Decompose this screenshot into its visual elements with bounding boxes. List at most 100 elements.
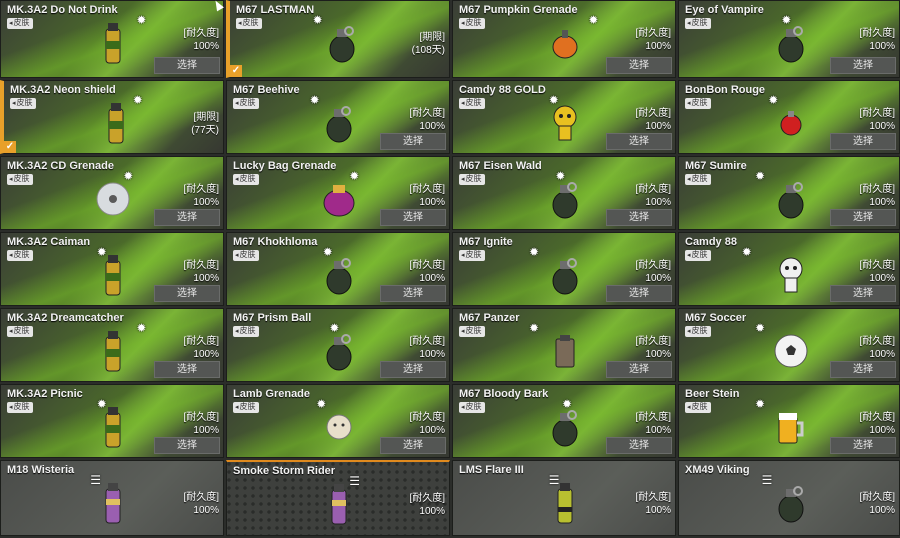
select-button[interactable]: 选择 bbox=[830, 437, 896, 454]
skin-card[interactable]: M67 Pumpkin Grenade 皮肤 ✹ [耐久度] 100% 选择 bbox=[452, 0, 676, 78]
durability-readout: [耐久度] 100% bbox=[409, 335, 445, 361]
select-button[interactable]: 选择 bbox=[830, 209, 896, 226]
skin-card[interactable]: MK.3A2 Neon shield皮肤✹[期限](77天)✓ bbox=[0, 80, 224, 154]
skin-card[interactable]: MK.3A2 Picnic皮肤✹[耐久度]100%选择 bbox=[0, 384, 224, 458]
skin-card[interactable]: M67 Eisen Wald皮肤✹[耐久度]100%选择 bbox=[452, 156, 676, 230]
select-button[interactable]: 选择 bbox=[830, 57, 896, 74]
item-name: M67 Beehive bbox=[233, 84, 300, 96]
grenade-can-icon bbox=[94, 99, 138, 147]
durability-readout: [耐久度] 100% bbox=[409, 411, 445, 437]
skin-card[interactable]: Lamb Grenade皮肤✹[耐久度]100%选择 bbox=[226, 384, 450, 458]
skin-card[interactable]: Smoke Storm Rider ☰ [耐久度] 100% bbox=[226, 460, 450, 536]
sparkle-icon: ✹ bbox=[755, 169, 766, 183]
durability-value: 100% bbox=[869, 505, 895, 516]
select-button[interactable]: 选择 bbox=[606, 57, 672, 74]
item-name: M67 Pumpkin Grenade bbox=[459, 4, 578, 16]
skin-card[interactable]: XM49 Viking ☰ [耐久度] 100% bbox=[678, 460, 900, 536]
skin-card[interactable]: M67 LASTMAN皮肤✹[期限](108天)✓ bbox=[226, 0, 450, 78]
select-button[interactable]: 选择 bbox=[830, 285, 896, 302]
select-button[interactable]: 选择 bbox=[606, 133, 672, 150]
sparkle-icon: ✹ bbox=[741, 245, 752, 259]
select-button[interactable]: 选择 bbox=[380, 209, 446, 226]
sparkle-icon: ✹ bbox=[755, 321, 766, 335]
grenade-can-icon bbox=[91, 19, 135, 67]
item-name: MK.3A2 Dreamcatcher bbox=[7, 312, 124, 324]
skin-card[interactable]: M67 Sumire 皮肤 ✹ [耐久度] 100%选择 bbox=[678, 156, 900, 230]
select-button[interactable]: 选择 bbox=[606, 209, 672, 226]
skin-tag: 皮肤 bbox=[459, 326, 485, 337]
durability-readout: [耐久度] 100% bbox=[409, 492, 445, 518]
sparkle-icon: ✹ bbox=[136, 13, 147, 27]
skin-tag: 皮肤 bbox=[685, 250, 711, 261]
select-button[interactable]: 选择 bbox=[380, 285, 446, 302]
skin-card[interactable]: MK.3A2 Do Not Drink 皮肤 ✹ [耐久度] 100% 选择 bbox=[0, 0, 224, 78]
durability-label: [耐久度] bbox=[859, 412, 895, 423]
select-button[interactable]: 选择 bbox=[154, 285, 220, 302]
durability-label: [耐久度] bbox=[183, 260, 219, 271]
skin-card[interactable]: M67 Prism Ball皮肤✹[耐久度]100%选择 bbox=[226, 308, 450, 382]
durability-label: [耐久度] bbox=[635, 336, 671, 347]
skin-card[interactable]: M67 Bloody Bark皮肤✹[耐久度]100%选择 bbox=[452, 384, 676, 458]
skin-card[interactable]: LMS Flare III ☰ [耐久度] 100% bbox=[452, 460, 676, 536]
cd-disc-icon bbox=[91, 175, 135, 223]
skin-tag: 皮肤 bbox=[7, 326, 33, 337]
skin-card[interactable]: Eye of Vampire皮肤✹[耐久度]100%选择 bbox=[678, 0, 900, 78]
skin-tag: 皮肤 bbox=[459, 98, 485, 109]
skin-card[interactable]: Camdy 88 皮肤 ✹ [耐久度] 100%选择 bbox=[678, 232, 900, 306]
durability-value: 100% bbox=[419, 273, 445, 284]
sparkle-icon: ✹ bbox=[529, 321, 540, 335]
durability-value: 100% bbox=[869, 349, 895, 360]
skin-card[interactable]: MK.3A2 Dreamcatcher 皮肤 ✹ [耐久度] 100%选择 bbox=[0, 308, 224, 382]
soccer-ball-icon bbox=[769, 327, 813, 375]
select-button[interactable]: 选择 bbox=[380, 133, 446, 150]
select-button[interactable]: 选择 bbox=[606, 361, 672, 378]
select-button[interactable]: 选择 bbox=[830, 361, 896, 378]
item-name: M67 Khokhloma bbox=[233, 236, 318, 248]
select-button[interactable]: 选择 bbox=[830, 133, 896, 150]
select-button[interactable]: 选择 bbox=[606, 285, 672, 302]
item-name: MK.3A2 Caiman bbox=[7, 236, 91, 248]
select-button[interactable]: 选择 bbox=[154, 209, 220, 226]
select-button[interactable]: 选择 bbox=[380, 361, 446, 378]
durability-label: [耐久度] bbox=[635, 260, 671, 271]
select-button[interactable]: 选择 bbox=[606, 437, 672, 454]
skin-card[interactable]: M67 Beehive皮肤✹[耐久度]100%选择 bbox=[226, 80, 450, 154]
durability-label: [耐久度] bbox=[859, 108, 895, 119]
grenade-round-icon bbox=[769, 479, 813, 527]
durability-readout: [耐久度] 100% bbox=[409, 259, 445, 285]
skin-card[interactable]: MK.3A2 Caiman皮肤✹[耐久度]100%选择 bbox=[0, 232, 224, 306]
skin-tag: 皮肤 bbox=[459, 402, 485, 413]
skin-card[interactable]: Camdy 88 GOLD皮肤✹[耐久度]100%选择 bbox=[452, 80, 676, 154]
durability-readout: [耐久度] 100% bbox=[635, 183, 671, 209]
skin-card[interactable]: MK.3A2 CD Grenade皮肤✹[耐久度]100%选择 bbox=[0, 156, 224, 230]
white-mascot-icon bbox=[769, 251, 813, 299]
select-button[interactable]: 选择 bbox=[154, 361, 220, 378]
skin-tag: 皮肤 bbox=[685, 402, 711, 413]
skin-card[interactable]: BonBon Rouge皮肤✹[耐久度]100%选择 bbox=[678, 80, 900, 154]
durability-value: 100% bbox=[193, 425, 219, 436]
select-button[interactable]: 选择 bbox=[380, 437, 446, 454]
item-name: M67 LASTMAN bbox=[236, 4, 315, 16]
item-name: Lucky Bag Grenade bbox=[233, 160, 337, 172]
durability-value: 100% bbox=[193, 349, 219, 360]
skin-card[interactable]: M67 Soccer 皮肤 ✹ [耐久度] 100%选择 bbox=[678, 308, 900, 382]
skin-card[interactable]: M67 Khokhloma皮肤✹[耐久度]100%选择 bbox=[226, 232, 450, 306]
durability-value: 100% bbox=[419, 121, 445, 132]
skin-card[interactable]: Beer Stein 皮肤 ✹ [耐久度] 100%选择 bbox=[678, 384, 900, 458]
grenade-round-icon bbox=[320, 19, 364, 67]
select-button[interactable]: 选择 bbox=[154, 437, 220, 454]
skin-card[interactable]: M67 Panzer 皮肤 ✹ [耐久度] 100%选择 bbox=[452, 308, 676, 382]
skin-tag: 皮肤 bbox=[233, 174, 259, 185]
grenade-can-icon bbox=[91, 403, 135, 451]
grenade-box-icon bbox=[543, 327, 587, 375]
skin-card[interactable]: M18 Wisteria ☰ [耐久度] 100% bbox=[0, 460, 224, 536]
beer-mug-icon bbox=[769, 403, 813, 451]
skin-card[interactable]: M67 Ignite 皮肤 ✹ [耐久度] 100%选择 bbox=[452, 232, 676, 306]
durability-value: 100% bbox=[419, 197, 445, 208]
durability-label: [耐久度] bbox=[183, 492, 219, 503]
durability-label: [耐久度] bbox=[635, 184, 671, 195]
skin-card[interactable]: Lucky Bag Grenade皮肤✹[耐久度]100%选择 bbox=[226, 156, 450, 230]
item-name: Beer Stein bbox=[685, 388, 740, 400]
select-button[interactable]: 选择 bbox=[154, 57, 220, 74]
durability-value: (77天) bbox=[191, 125, 219, 136]
